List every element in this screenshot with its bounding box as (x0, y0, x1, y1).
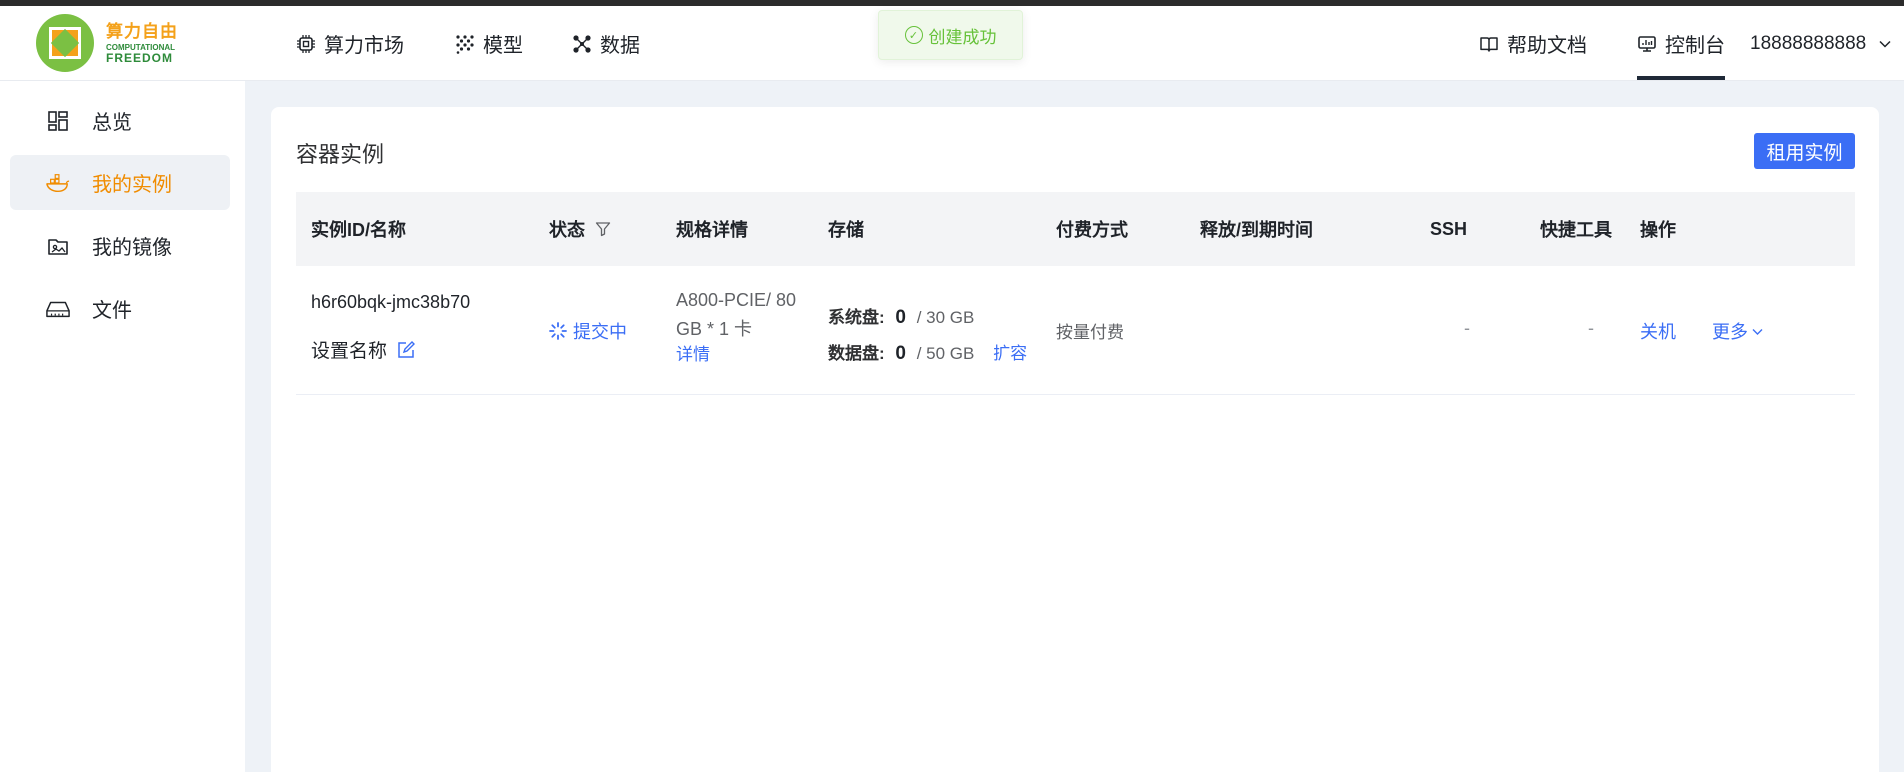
expand-storage-link[interactable]: 扩容 (993, 344, 1027, 363)
set-name-link[interactable]: 设置名称 (311, 336, 416, 363)
monitor-icon (1637, 34, 1657, 54)
more-actions-dropdown[interactable]: 更多 (1712, 318, 1764, 344)
column-header-spec: 规格详情 (676, 220, 748, 240)
column-header-release-time: 释放/到期时间 (1200, 220, 1314, 240)
console-label: 控制台 (1665, 35, 1725, 57)
loading-spinner-icon (549, 322, 567, 340)
instances-card: 容器实例 租用实例 实例ID/名称 状态 规格详情 存储 付费方式 释放/到期时… (271, 107, 1879, 772)
page-title: 容器实例 (296, 142, 385, 167)
column-header-storage: 存储 (828, 220, 864, 240)
sidebar-item-my-instances[interactable]: 我的实例 (10, 155, 230, 210)
more-actions-label: 更多 (1712, 322, 1748, 342)
disk-icon (46, 297, 70, 321)
nav-item-models[interactable]: 模型 (455, 6, 523, 81)
rent-instance-button[interactable]: 租用实例 (1754, 133, 1855, 169)
check-circle-icon: ✓ (904, 26, 923, 44)
help-docs-label: 帮助文档 (1507, 35, 1587, 57)
data-disk-label: 数据盘: (828, 344, 885, 363)
ssh-value: - (1464, 318, 1470, 338)
sidebar-label-my-images: 我的镜像 (92, 237, 172, 259)
column-header-instance: 实例ID/名称 (311, 220, 407, 240)
container-icon (46, 171, 70, 195)
data-disk-total: / 50 GB (916, 344, 975, 363)
spec-line-1: A800-PCIE/ 80 (676, 290, 797, 310)
column-header-actions: 操作 (1640, 220, 1676, 240)
help-docs-link[interactable]: 帮助文档 (1479, 6, 1587, 81)
data-disk-row: 数据盘: 0 / 50 GB 扩容 (828, 336, 1027, 372)
system-disk-row: 系统盘: 0 / 30 GB (828, 300, 1027, 336)
column-header-tools: 快捷工具 (1540, 220, 1612, 240)
shutdown-button[interactable]: 关机 (1640, 318, 1676, 344)
success-toast: ✓ 创建成功 (878, 10, 1023, 60)
nav-label-models: 模型 (483, 35, 523, 57)
storage-info: 系统盘: 0 / 30 GB 数据盘: 0 / 50 GB 扩容 (828, 300, 1027, 372)
brand-logo-icon (36, 14, 94, 72)
filter-icon[interactable] (595, 221, 611, 237)
toast-message: 创建成功 (928, 27, 997, 47)
column-header-status[interactable]: 状态 (549, 192, 611, 266)
system-disk-used: 0 (895, 307, 906, 328)
brand-name-en-2: FREEDOM (106, 50, 173, 65)
column-header-status-label: 状态 (549, 220, 585, 240)
sidebar-label-files: 文件 (92, 300, 132, 322)
dashboard-icon (46, 109, 70, 133)
edit-icon[interactable] (397, 340, 416, 359)
sidebar: 总览 我的实例 我的镜像 文件 (0, 81, 245, 772)
spec-details: A800-PCIE/ 80 GB * 1 卡 详情 (676, 286, 796, 366)
book-icon (1479, 34, 1499, 54)
user-phone: 18888888888 (1750, 32, 1867, 54)
model-grid-icon (455, 34, 475, 54)
user-menu[interactable]: 18888888888 (1750, 6, 1892, 81)
tools-value: - (1588, 318, 1594, 338)
status-badge: 提交中 (549, 318, 627, 344)
instance-id: h6r60bqk-jmc38b70 (311, 292, 471, 312)
table-row: h6r60bqk-jmc38b70 设置名称 提交中 A800-PCIE/ 80… (296, 266, 1855, 395)
console-link[interactable]: 控制台 (1637, 6, 1725, 81)
chevron-down-icon (1878, 37, 1892, 51)
nav-item-data[interactable]: 数据 (572, 6, 640, 81)
image-folder-icon (46, 234, 70, 258)
sidebar-label-my-instances: 我的实例 (92, 174, 172, 196)
spec-detail-link[interactable]: 详情 (676, 344, 796, 366)
chevron-down-icon (1751, 325, 1764, 338)
sidebar-item-my-images[interactable]: 我的镜像 (10, 218, 230, 273)
chip-icon (296, 34, 316, 54)
set-name-label: 设置名称 (311, 341, 388, 362)
brand-logo[interactable]: 算力自由 COMPUTATIONAL FREEDOM (36, 14, 178, 72)
spec-line-2: GB * 1 卡 (676, 319, 753, 339)
console-active-indicator (1637, 76, 1725, 80)
data-nodes-icon (572, 34, 592, 54)
column-header-billing: 付费方式 (1056, 220, 1128, 240)
brand-name-cn: 算力自由 (106, 21, 178, 41)
nav-label-data: 数据 (600, 35, 640, 57)
nav-label-compute-market: 算力市场 (324, 35, 404, 57)
data-disk-used: 0 (895, 343, 906, 364)
table-header: 实例ID/名称 状态 规格详情 存储 付费方式 释放/到期时间 SSH 快捷工具… (296, 192, 1855, 266)
system-disk-total: / 30 GB (916, 308, 975, 327)
billing-method: 按量付费 (1056, 323, 1124, 342)
column-header-ssh: SSH (1430, 218, 1468, 239)
status-text: 提交中 (573, 322, 627, 342)
sidebar-item-overview[interactable]: 总览 (10, 93, 230, 148)
sidebar-label-overview: 总览 (92, 112, 132, 134)
system-disk-label: 系统盘: (828, 308, 885, 327)
sidebar-item-files[interactable]: 文件 (10, 281, 230, 336)
nav-item-compute-market[interactable]: 算力市场 (296, 6, 404, 81)
